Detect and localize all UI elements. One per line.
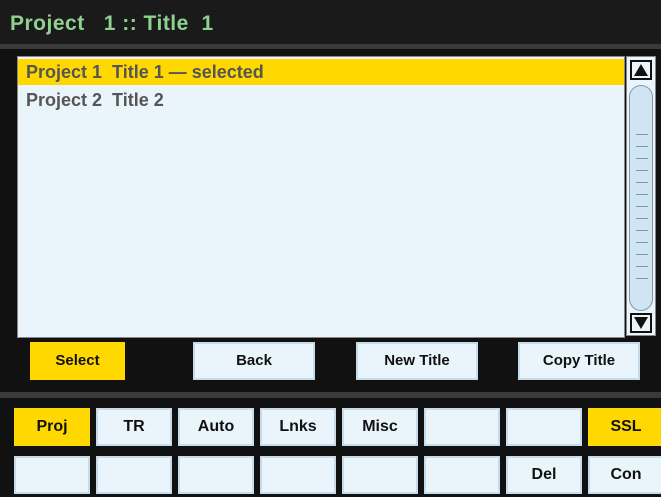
- tab-ssl[interactable]: SSL: [588, 408, 661, 446]
- back-button[interactable]: Back: [193, 342, 315, 380]
- scroll-up-button[interactable]: [630, 60, 652, 80]
- delete-button[interactable]: Del: [506, 456, 582, 494]
- page-title: Project 1 :: Title 1: [10, 12, 214, 35]
- title-bar: Project 1 :: Title 1: [0, 0, 661, 44]
- soft-key-4[interactable]: [260, 456, 336, 494]
- soft-key-3[interactable]: [178, 456, 254, 494]
- scrollbar[interactable]: [626, 56, 656, 336]
- tab-proj[interactable]: Proj: [14, 408, 90, 446]
- copy-title-button[interactable]: Copy Title: [518, 342, 640, 380]
- select-button[interactable]: Select: [30, 342, 125, 380]
- tab-auto[interactable]: Auto: [178, 408, 254, 446]
- scroll-down-button[interactable]: [630, 313, 652, 333]
- new-title-button[interactable]: New Title: [356, 342, 478, 380]
- list-item[interactable]: Project 2 Title 2: [18, 87, 624, 113]
- con-button[interactable]: Con: [588, 456, 661, 494]
- soft-key-5[interactable]: [342, 456, 418, 494]
- tab-blank-7[interactable]: [506, 408, 582, 446]
- soft-key-2[interactable]: [96, 456, 172, 494]
- project-title-list: Project 1 Title 1 — selected Project 2 T…: [17, 56, 625, 338]
- tab-blank-6[interactable]: [424, 408, 500, 446]
- section-divider: [0, 392, 661, 398]
- tab-tr[interactable]: TR: [96, 408, 172, 446]
- title-divider: [0, 44, 661, 49]
- list-item-selected[interactable]: Project 1 Title 1 — selected: [18, 59, 624, 85]
- scroll-thumb[interactable]: [629, 85, 653, 311]
- tab-misc[interactable]: Misc: [342, 408, 418, 446]
- soft-key-6[interactable]: [424, 456, 500, 494]
- tab-lnks[interactable]: Lnks: [260, 408, 336, 446]
- down-arrow-icon: [634, 317, 648, 329]
- soft-key-1[interactable]: [14, 456, 90, 494]
- up-arrow-icon: [634, 64, 648, 76]
